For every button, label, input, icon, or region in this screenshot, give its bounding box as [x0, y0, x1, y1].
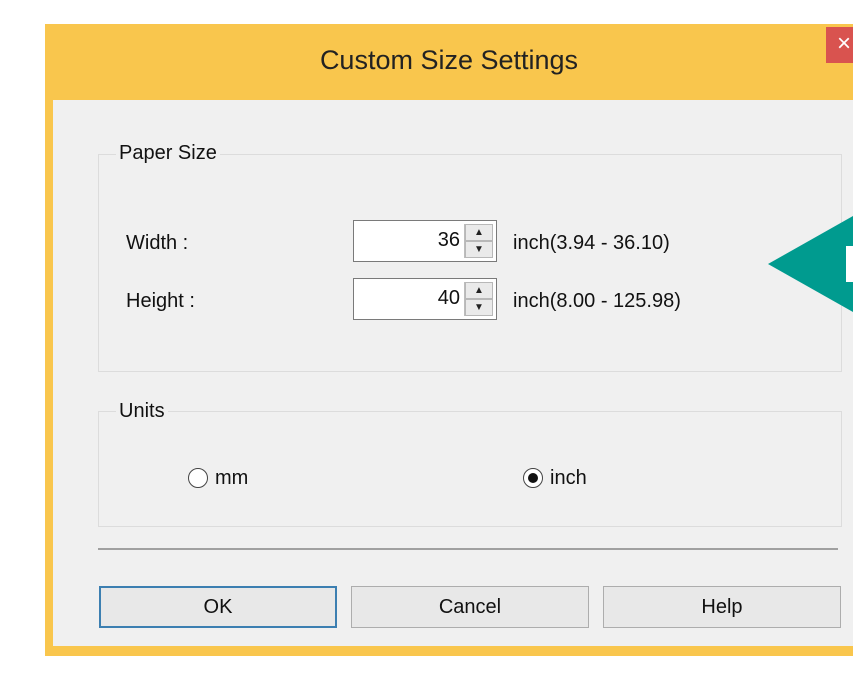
width-spin-buttons: ▲ ▼ — [464, 224, 493, 258]
height-spin-buttons: ▲ ▼ — [464, 282, 493, 316]
paper-size-group — [98, 154, 842, 372]
height-decrement-button[interactable]: ▼ — [465, 299, 493, 316]
paper-size-group-title: Paper Size — [116, 142, 220, 165]
height-spinbox[interactable]: 40 ▲ ▼ — [353, 278, 497, 320]
width-label: Width : — [126, 232, 189, 254]
width-range: inch(3.94 - 36.10) — [513, 232, 670, 254]
radio-inch[interactable] — [523, 468, 543, 488]
arrow-left-icon — [768, 216, 853, 312]
close-icon: × — [836, 30, 851, 57]
radio-mm-label[interactable]: mm — [215, 467, 248, 490]
width-spinbox[interactable]: 36 ▲ ▼ — [353, 220, 497, 262]
height-input[interactable]: 40 — [438, 287, 460, 310]
dialog-titlebar[interactable]: Custom Size Settings × — [45, 24, 853, 100]
radio-inch-label[interactable]: inch — [550, 467, 587, 490]
height-increment-button[interactable]: ▲ — [465, 282, 493, 299]
width-decrement-button[interactable]: ▼ — [465, 241, 493, 258]
separator — [98, 548, 838, 550]
height-range: inch(8.00 - 125.98) — [513, 290, 681, 312]
arrow-down-icon: ▼ — [474, 244, 484, 255]
dialog-client-area: Paper Size Width : 36 ▲ ▼ inch(3.94 - 36… — [53, 100, 853, 646]
custom-size-dialog: Custom Size Settings × Paper Size Width … — [45, 24, 853, 656]
units-group — [98, 411, 842, 527]
width-increment-button[interactable]: ▲ — [465, 224, 493, 241]
cancel-button[interactable]: Cancel — [351, 586, 589, 628]
arrow-down-icon: ▼ — [474, 302, 484, 313]
radio-mm[interactable] — [188, 468, 208, 488]
width-input[interactable]: 36 — [438, 229, 460, 252]
help-button[interactable]: Help — [603, 586, 841, 628]
height-label: Height : — [126, 290, 195, 312]
callout-arrow — [768, 216, 853, 312]
arrow-up-icon: ▲ — [474, 285, 484, 296]
ok-button[interactable]: OK — [99, 586, 337, 628]
dialog-title: Custom Size Settings — [319, 45, 579, 75]
close-button[interactable]: × — [826, 27, 853, 63]
units-group-title: Units — [116, 400, 168, 423]
arrow-up-icon: ▲ — [474, 227, 484, 238]
